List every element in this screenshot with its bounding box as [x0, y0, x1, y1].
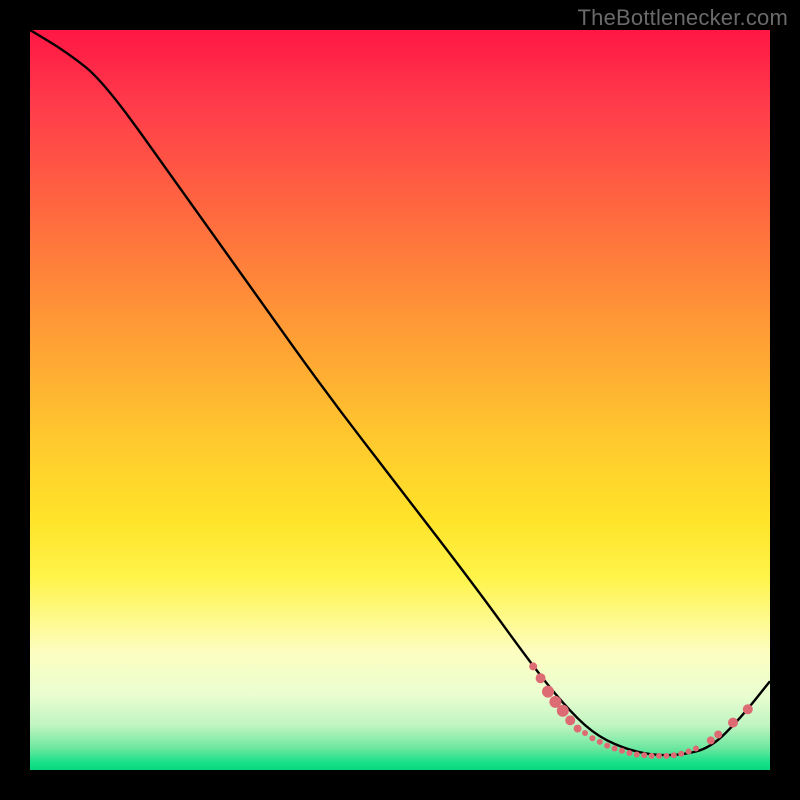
marker-dot	[663, 753, 669, 759]
marker-dot	[612, 746, 618, 752]
curve-path	[30, 30, 770, 755]
marker-dot	[641, 752, 647, 758]
watermark-text: TheBottlenecker.com	[578, 5, 788, 31]
plot-area	[30, 30, 770, 770]
marker-dot	[714, 731, 722, 739]
marker-dot	[693, 746, 699, 752]
marker-dot	[728, 718, 738, 728]
marker-dot	[634, 752, 640, 758]
marker-dot	[707, 736, 715, 744]
marker-dot	[582, 730, 588, 736]
marker-dot	[649, 753, 655, 759]
marker-dot	[678, 751, 684, 757]
chart-frame: TheBottlenecker.com	[0, 0, 800, 800]
marker-dot	[626, 750, 632, 756]
marker-dot	[597, 739, 603, 745]
chart-svg-layer	[30, 30, 770, 770]
curve-line	[30, 30, 770, 755]
marker-dot	[686, 749, 692, 755]
marker-dot	[557, 705, 569, 717]
marker-dots	[529, 662, 753, 759]
marker-dot	[536, 673, 546, 683]
marker-dot	[743, 704, 753, 714]
marker-dot	[589, 735, 595, 741]
marker-dot	[656, 753, 662, 759]
marker-dot	[565, 715, 575, 725]
marker-dot	[574, 725, 582, 733]
marker-dot	[619, 748, 625, 754]
marker-dot	[604, 743, 610, 749]
marker-dot	[529, 662, 537, 670]
marker-dot	[671, 752, 677, 758]
marker-dot	[542, 686, 554, 698]
